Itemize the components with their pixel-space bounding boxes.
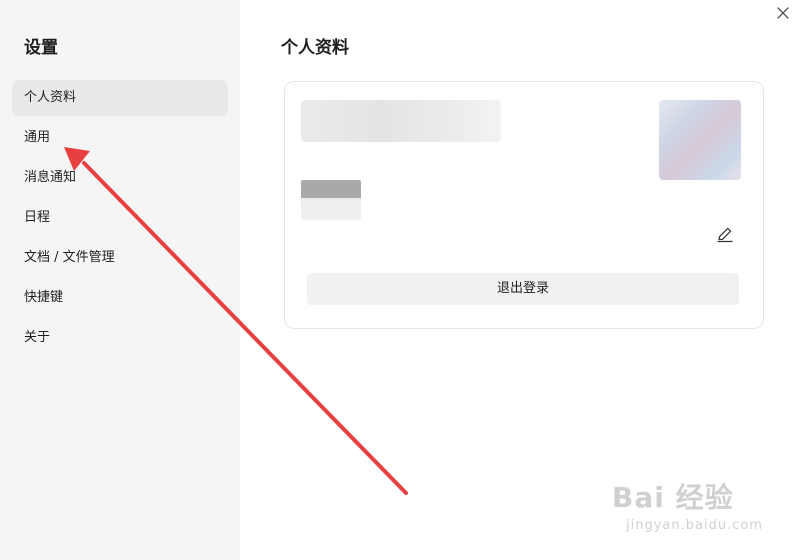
watermark-logo-text: Bai 经验	[612, 481, 734, 514]
sidebar-item-general[interactable]: 通用	[12, 120, 228, 156]
close-button[interactable]	[772, 2, 794, 24]
page-title: 个人资料	[281, 38, 349, 58]
profile-card: 退出登录	[284, 81, 764, 329]
sidebar-title: 设置	[24, 38, 58, 58]
sidebar-item-calendar[interactable]: 日程	[12, 200, 228, 236]
watermark: Bai 经验 jingyan.baidu.com	[612, 470, 792, 550]
sidebar-nav: 个人资料 通用 消息通知 日程 文档 / 文件管理 快捷键 关于	[12, 80, 228, 360]
edit-profile-button[interactable]	[715, 224, 735, 244]
blurred-username	[301, 100, 501, 142]
watermark-url: jingyan.baidu.com	[626, 518, 763, 533]
logout-button[interactable]: 退出登录	[307, 273, 739, 305]
avatar[interactable]	[659, 100, 741, 180]
pencil-icon	[717, 227, 733, 243]
sidebar-item-docs-files[interactable]: 文档 / 文件管理	[12, 240, 228, 276]
sidebar-item-about[interactable]: 关于	[12, 320, 228, 356]
sidebar-item-notifications[interactable]: 消息通知	[12, 160, 228, 196]
sidebar-item-profile[interactable]: 个人资料	[12, 80, 228, 116]
sidebar-item-shortcuts[interactable]: 快捷键	[12, 280, 228, 316]
settings-sidebar: 设置 个人资料 通用 消息通知 日程 文档 / 文件管理 快捷键 关于	[0, 0, 240, 560]
blurred-user-info	[301, 180, 361, 220]
close-icon	[777, 7, 789, 19]
settings-window: 设置 个人资料 通用 消息通知 日程 文档 / 文件管理 快捷键 关于 个人资料…	[0, 0, 800, 560]
